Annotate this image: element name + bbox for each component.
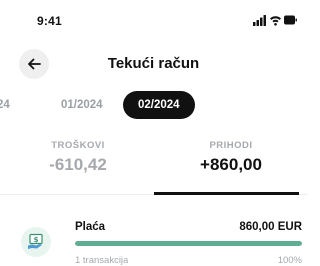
income-amount: +860,00 bbox=[200, 155, 262, 174]
page-title: Tekući račun bbox=[107, 55, 200, 72]
category-progress-bar bbox=[75, 241, 302, 246]
expenses-amount: -610,42 bbox=[49, 155, 107, 174]
month-tab-02-2024-selected[interactable]: 02/2024 bbox=[123, 91, 195, 119]
signal-icon bbox=[253, 15, 266, 26]
status-icons-svg bbox=[253, 15, 297, 26]
status-icons bbox=[253, 14, 297, 26]
wifi-icon bbox=[270, 16, 281, 26]
summary-tabs: TROŠKOVI -610,42 PRIHODI +860,00 bbox=[0, 140, 307, 196]
income-label: PRIHODI bbox=[209, 140, 253, 151]
battery-icon bbox=[284, 15, 297, 25]
svg-text:$: $ bbox=[34, 236, 39, 244]
month-tab-partial[interactable]: 24 bbox=[0, 92, 10, 118]
active-tab-indicator bbox=[154, 192, 299, 195]
category-name: Plaća bbox=[75, 221, 106, 233]
expenses-tab[interactable]: TROŠKOVI -610,42 bbox=[10, 140, 146, 175]
category-progress-fill bbox=[75, 241, 302, 246]
category-amount: 860,00 EUR bbox=[239, 221, 302, 233]
salary-cash-icon: $ bbox=[21, 227, 51, 257]
month-tabs: 24 01/2024 02/2024 bbox=[0, 91, 307, 122]
category-percent: 100% bbox=[277, 255, 302, 266]
category-transactions: 1 transakcija bbox=[75, 255, 129, 266]
salary-cash-icon-svg: $ bbox=[28, 233, 43, 249]
status-time: 9:41 bbox=[37, 14, 62, 28]
month-tab-01-2024[interactable]: 01/2024 bbox=[61, 92, 103, 118]
expenses-label: TROŠKOVI bbox=[51, 140, 105, 151]
status-bar: 9:41 bbox=[0, 0, 307, 40]
nav-bar: Tekući račun bbox=[0, 46, 307, 80]
income-tab[interactable]: PRIHODI +860,00 bbox=[163, 140, 299, 175]
category-row-salary[interactable]: $ Plaća 860,00 EUR 1 transakcija 100% bbox=[0, 214, 307, 266]
